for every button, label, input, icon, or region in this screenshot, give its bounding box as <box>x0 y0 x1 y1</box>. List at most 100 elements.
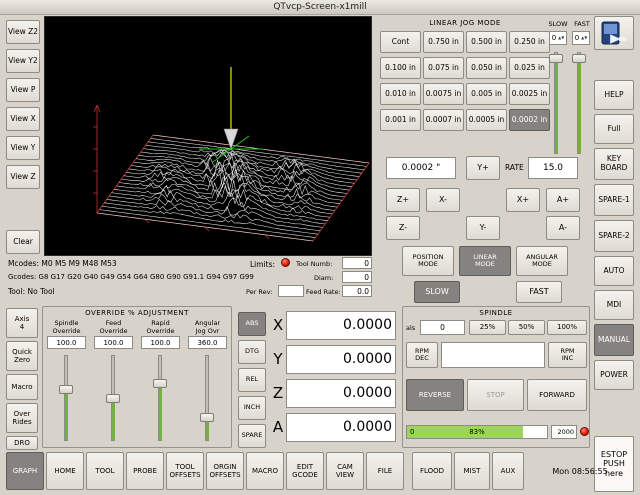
power-button[interactable]: POWER <box>594 360 634 390</box>
view-p-button[interactable]: View P <box>6 78 40 102</box>
jog-increment-button[interactable]: 0.0075 in <box>423 83 464 105</box>
spindle-stop-button[interactable]: STOP <box>467 379 524 411</box>
jog-a-plus-button[interactable]: A+ <box>546 188 580 212</box>
jog-z-plus-button[interactable]: Z+ <box>386 188 420 212</box>
help-button[interactable]: HELP <box>594 80 634 110</box>
mist-button[interactable]: MIST <box>454 452 490 490</box>
jog-a-minus-button[interactable]: A- <box>546 216 580 240</box>
jog-increment-button[interactable]: 0.050 in <box>466 57 507 79</box>
jog-x-plus-button[interactable]: X+ <box>506 188 540 212</box>
tab-edit-gcode[interactable]: EDIT GCODE <box>286 452 324 490</box>
fast-rate-spinbox[interactable]: 0▲▼ <box>572 31 590 45</box>
slider-handle[interactable] <box>153 379 167 388</box>
jog-increment-button-selected[interactable]: 0.0002 in <box>509 109 550 131</box>
mdi-mode-button[interactable]: MDI <box>594 290 634 320</box>
manual-mode-button[interactable]: MANUAL <box>594 324 634 356</box>
tab-file[interactable]: FILE <box>366 452 404 490</box>
jog-increment-button[interactable]: 0.075 in <box>423 57 464 79</box>
spindle-override-slider[interactable] <box>61 355 71 441</box>
dtg-mode-button[interactable]: DTG <box>238 340 266 364</box>
view-y2-button[interactable]: View Y2 <box>6 49 40 73</box>
window-title: QTvcp-Screen-x1mill <box>273 2 366 12</box>
spindle-forward-button[interactable]: FORWARD <box>527 379 587 411</box>
abs-mode-button[interactable]: ABS <box>238 312 266 336</box>
slow-jog-slider[interactable] <box>551 52 561 154</box>
jog-increment-button[interactable]: 0.001 in <box>380 109 421 131</box>
slider-handle[interactable] <box>59 385 73 394</box>
tab-tool[interactable]: TOOL <box>86 452 124 490</box>
rpm-decrease-button[interactable]: RPM DEC <box>406 342 438 368</box>
view-x-button[interactable]: View X <box>6 107 40 131</box>
spare-1-button[interactable]: SPARE-1 <box>594 184 634 216</box>
spindle-reverse-button[interactable]: REVERSE <box>406 379 464 411</box>
slider-handle[interactable] <box>200 413 214 422</box>
keyboard-button[interactable]: KEY BOARD <box>594 148 634 180</box>
spindle-speed-field[interactable]: 0 <box>420 320 465 335</box>
rpm-increase-button[interactable]: RPM INC <box>548 342 587 368</box>
spin-arrows-icon[interactable]: ▲▼ <box>558 36 564 40</box>
quick-zero-button[interactable]: Quick Zero <box>6 341 38 371</box>
jog-increment-button[interactable]: 0.500 in <box>466 31 507 53</box>
spare-2-button[interactable]: SPARE-2 <box>594 220 634 252</box>
jog-increment-button[interactable]: 0.005 in <box>466 83 507 105</box>
rapid-override-slider[interactable] <box>155 355 165 441</box>
linear-mode-button[interactable]: LINEAR MODE <box>459 246 511 276</box>
inch-mode-button[interactable]: INCH <box>238 396 266 420</box>
jog-increment-button[interactable]: 0.750 in <box>423 31 464 53</box>
overrides-button[interactable]: Over Rides <box>6 403 38 433</box>
shutdown-button[interactable] <box>594 16 634 50</box>
slider-handle[interactable] <box>549 54 563 63</box>
flood-button[interactable]: FLOOD <box>412 452 452 490</box>
spin-arrows-icon[interactable]: ▲▼ <box>581 36 587 40</box>
angular-jog-override-slider[interactable] <box>202 355 212 441</box>
dro-button[interactable]: DRO <box>6 436 38 450</box>
fullscreen-button[interactable]: Full <box>594 114 634 144</box>
clear-view-button[interactable]: Clear <box>6 230 40 254</box>
view-z2-button[interactable]: View Z2 <box>6 20 40 44</box>
spindle-100-percent-button[interactable]: 100% <box>547 320 587 335</box>
jog-increment-button[interactable]: 0.0025 in <box>509 83 550 105</box>
view-z-button[interactable]: View Z <box>6 165 40 189</box>
jog-increment-button[interactable]: 0.0005 in <box>466 109 507 131</box>
jog-x-minus-button[interactable]: X- <box>426 188 460 212</box>
jog-y-minus-button[interactable]: Y- <box>466 216 500 240</box>
jog-mode-title: LINEAR JOG MODE <box>380 19 550 27</box>
aux-button[interactable]: AUX <box>492 452 524 490</box>
rel-mode-button[interactable]: REL <box>238 368 266 392</box>
view-y-button[interactable]: View Y <box>6 136 40 160</box>
jog-z-minus-button[interactable]: Z- <box>386 216 420 240</box>
gremlin-3d-view[interactable] <box>44 16 372 256</box>
tool-number-label: Tool Numb: <box>296 260 332 268</box>
tab-macro[interactable]: MACRO <box>246 452 284 490</box>
spindle-50-percent-button[interactable]: 50% <box>508 320 545 335</box>
jog-increment-button[interactable]: 0.010 in <box>380 83 421 105</box>
tab-probe[interactable]: PROBE <box>126 452 164 490</box>
feed-override-label: Feed Override <box>91 319 136 335</box>
slider-handle[interactable] <box>572 54 586 63</box>
tab-home[interactable]: HOME <box>46 452 84 490</box>
auto-mode-button[interactable]: AUTO <box>594 256 634 286</box>
jog-increment-button[interactable]: 0.250 in <box>509 31 550 53</box>
slow-rate-spinbox[interactable]: 0▲▼ <box>549 31 567 45</box>
fast-speed-button[interactable]: FAST <box>516 281 562 303</box>
tab-cam-view[interactable]: CAM VIEW <box>326 452 364 490</box>
spindle-25-percent-button[interactable]: 25% <box>469 320 506 335</box>
jog-increment-button[interactable]: 0.0007 in <box>423 109 464 131</box>
fast-jog-slider[interactable] <box>574 52 584 154</box>
slider-handle[interactable] <box>106 394 120 403</box>
axis-select-button[interactable]: Axis 4 <box>6 308 38 338</box>
jog-y-plus-button[interactable]: Y+ <box>466 156 500 180</box>
angular-mode-button[interactable]: ANGULAR MODE <box>516 246 568 276</box>
position-mode-button[interactable]: POSITION MODE <box>402 246 454 276</box>
jog-increment-button[interactable]: 0.025 in <box>509 57 550 79</box>
spare-mode-button[interactable]: SPARE <box>238 424 266 448</box>
tab-origin-offsets[interactable]: ORGIN OFFSETS <box>206 452 244 490</box>
feed-override-slider[interactable] <box>108 355 118 441</box>
tab-graph[interactable]: GRAPH <box>6 452 44 490</box>
macro-side-button[interactable]: Macro <box>6 374 38 400</box>
slow-speed-button[interactable]: SLOW <box>414 281 460 303</box>
tab-tool-offsets[interactable]: TOOL OFFSETS <box>166 452 204 490</box>
dro-axis-value: 0.0000 <box>286 311 396 340</box>
jog-increment-button[interactable]: 0.100 in <box>380 57 421 79</box>
jog-increment-button[interactable]: Cont <box>380 31 421 53</box>
